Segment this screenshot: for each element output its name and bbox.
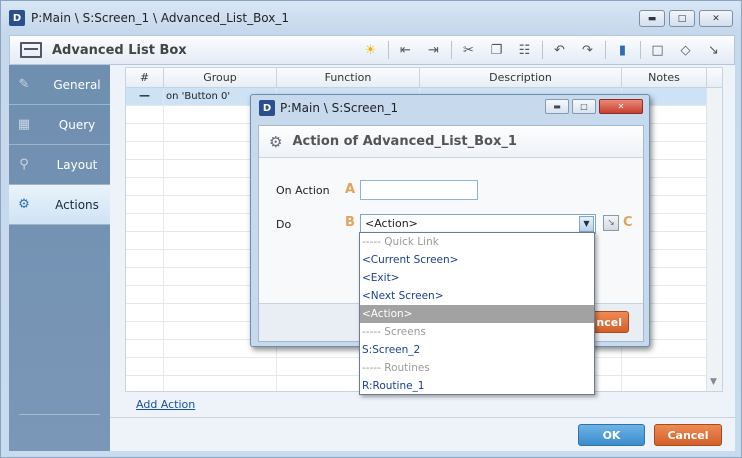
paste-icon[interactable]: ☷ — [511, 40, 539, 60]
column-header-description[interactable]: Description — [420, 68, 622, 87]
app-logo-icon: D — [259, 100, 275, 116]
row-number: — — [126, 88, 164, 105]
maximize-button[interactable]: □ — [669, 10, 695, 27]
column-header-notes[interactable]: Notes — [622, 68, 707, 87]
ok-button[interactable]: OK — [578, 424, 645, 446]
sidebar-item-label: Query — [58, 117, 96, 132]
pencil-icon: ✎ — [18, 77, 30, 92]
do-label: Do — [276, 218, 292, 231]
tag-icon[interactable]: ◇ — [672, 40, 700, 60]
lightbulb-icon[interactable]: ☀ — [357, 40, 385, 60]
dialog-maximize-button[interactable]: □ — [572, 99, 596, 114]
sidebar-item-general[interactable]: ✎ General — [9, 65, 110, 105]
sidebar-item-actions[interactable]: ⚙ Actions — [9, 185, 110, 225]
outdent-icon[interactable]: ⇤ — [392, 40, 420, 60]
magnify-icon: ⚲ — [19, 157, 29, 172]
list-item: ----- Routines — [362, 362, 430, 374]
grid-scrollbar[interactable]: ▼ — [706, 88, 722, 391]
do-select[interactable]: <Action> ▼ — [360, 214, 596, 234]
add-action-link[interactable]: Add Action — [136, 398, 195, 411]
table-icon: ▦ — [17, 117, 31, 132]
column-header-group[interactable]: Group — [164, 68, 277, 87]
list-item[interactable]: S:Screen_2 — [360, 341, 594, 359]
marker-b: B — [345, 215, 355, 230]
dialog-title: P:Main \ S:Screen_1 — [280, 101, 399, 115]
dialog-window-controls: ▬ □ ✕ — [545, 99, 643, 114]
window-title: P:Main \ S:Screen_1 \ Advanced_List_Box_… — [31, 11, 290, 25]
marker-c: C — [623, 215, 633, 230]
grid-header: # Group Function Description Notes — [126, 68, 722, 88]
list-item[interactable]: R:Routine_1 — [360, 377, 594, 395]
indent-icon[interactable]: ⇥ — [420, 40, 448, 60]
marker-a: A — [345, 182, 356, 197]
sidebar-item-query[interactable]: ▦ Query — [9, 105, 110, 145]
gears-icon: ⚙ — [18, 197, 30, 212]
do-dropdown-list: ----- Quick Link <Current Screen> <Exit>… — [359, 232, 595, 395]
app-logo-icon: D — [9, 10, 25, 26]
cancel-button[interactable]: Cancel — [654, 424, 722, 446]
jump-icon[interactable]: ↘ — [700, 40, 728, 60]
dialog-title-bar: D P:Main \ S:Screen_1 ▬ □ ✕ — [251, 95, 649, 121]
undo-icon[interactable]: ↶ — [546, 40, 574, 60]
do-select-value: <Action> — [365, 217, 418, 230]
list-item[interactable]: <Exit> — [360, 269, 594, 287]
sidebar-item-label: Actions — [55, 197, 99, 212]
column-header-number[interactable]: # — [126, 68, 164, 87]
toolbar: Advanced List Box ☀ ⇤ ⇥ ✂ ❐ ☷ ↶ ↷ ▮ □ ◇ … — [9, 35, 735, 65]
dialog-minimize-button[interactable]: ▬ — [545, 99, 569, 114]
sidebar-item-label: Layout — [56, 157, 98, 172]
minimize-button[interactable]: ▬ — [639, 10, 665, 27]
dialog-header: ⚙ Action of Advanced_List_Box_1 — [259, 126, 643, 158]
scroll-down-icon[interactable]: ▼ — [710, 377, 717, 387]
list-box-icon — [20, 42, 42, 58]
comment-icon[interactable]: ▮ — [609, 40, 637, 60]
list-item[interactable]: <Action> — [360, 305, 594, 323]
copy-icon[interactable]: ❐ — [483, 40, 511, 60]
sidebar-item-layout[interactable]: ⚲ Layout — [9, 145, 110, 185]
cut-icon[interactable]: ✂ — [455, 40, 483, 60]
on-action-input[interactable] — [360, 180, 478, 200]
gear-icon: ⚙ — [269, 132, 283, 151]
window-controls: ▬ □ ✕ — [639, 10, 733, 27]
close-button[interactable]: ✕ — [699, 10, 733, 27]
column-header-function[interactable]: Function — [277, 68, 420, 87]
list-item[interactable]: <Current Screen> — [360, 251, 594, 269]
list-item: ----- Quick Link — [362, 236, 439, 248]
sidebar: ✎ General ▦ Query ⚲ Layout ⚙ Actions — [9, 65, 110, 451]
sidebar-item-label: General — [53, 77, 101, 92]
redo-icon[interactable]: ↷ — [574, 40, 602, 60]
sidebar-divider — [19, 414, 100, 415]
footer-divider — [110, 417, 735, 418]
list-item[interactable]: <Next Screen> — [360, 287, 594, 305]
speech-icon[interactable]: □ — [644, 40, 672, 60]
toolbar-tools: ☀ ⇤ ⇥ ✂ ❐ ☷ ↶ ↷ ▮ □ ◇ ↘ — [357, 40, 728, 60]
dialog-close-button[interactable]: ✕ — [599, 99, 643, 114]
chevron-down-icon[interactable]: ▼ — [579, 216, 594, 232]
dialog-heading: Action of Advanced_List_Box_1 — [292, 134, 517, 149]
jump-icon[interactable]: ↘ — [603, 215, 619, 231]
toolbar-title: Advanced List Box — [52, 42, 187, 58]
title-bar: D P:Main \ S:Screen_1 \ Advanced_List_Bo… — [1, 1, 741, 35]
list-item: ----- Screens — [362, 326, 426, 338]
on-action-label: On Action — [276, 184, 330, 197]
